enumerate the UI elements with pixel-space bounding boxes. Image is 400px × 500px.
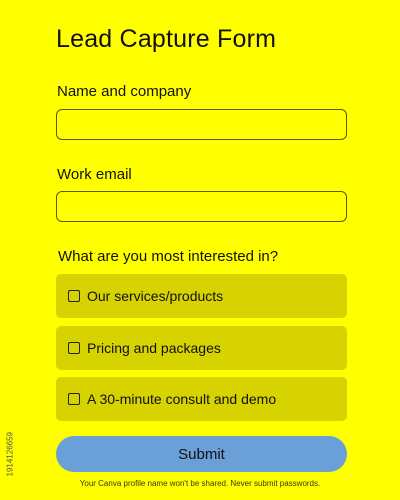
option-label: A 30-minute consult and demo [87, 391, 277, 407]
checkbox[interactable] [68, 342, 80, 354]
work-email-label: Work email [57, 166, 132, 183]
privacy-footnote: Your Canva profile name won't be shared.… [79, 479, 321, 488]
name-company-input[interactable] [56, 109, 347, 140]
option-label: Our services/products [87, 288, 224, 304]
option-pricing-packages[interactable]: Pricing and packages [56, 326, 347, 370]
option-services-products[interactable]: Our services/products [56, 274, 347, 318]
name-company-label: Name and company [57, 83, 192, 100]
option-label: Pricing and packages [87, 340, 221, 356]
form-title: Lead Capture Form [56, 25, 277, 53]
checkbox[interactable] [68, 290, 80, 302]
work-email-input[interactable] [56, 191, 347, 222]
submit-button[interactable]: Submit [56, 436, 347, 472]
interest-question: What are you most interested in? [58, 248, 279, 265]
checkbox[interactable] [68, 393, 80, 405]
stock-image-id: 1914126659 [5, 432, 15, 477]
option-consult-demo[interactable]: A 30-minute consult and demo [56, 377, 347, 421]
